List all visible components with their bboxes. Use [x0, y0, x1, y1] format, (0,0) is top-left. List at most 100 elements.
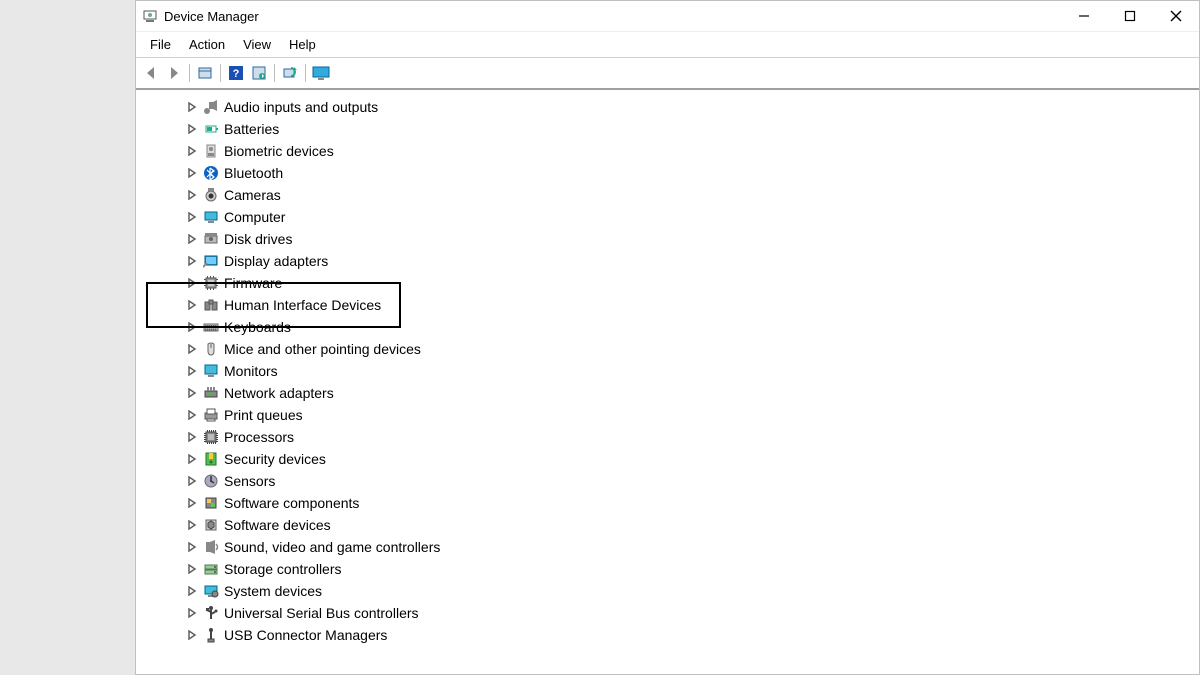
expand-icon[interactable]	[186, 519, 198, 531]
expand-icon[interactable]	[186, 189, 198, 201]
expand-icon[interactable]	[186, 233, 198, 245]
expand-icon[interactable]	[186, 123, 198, 135]
nav-back-button[interactable]	[140, 62, 162, 84]
expand-icon[interactable]	[186, 585, 198, 597]
expand-icon[interactable]	[186, 167, 198, 179]
help-button[interactable]: ?	[225, 62, 247, 84]
display-icon	[202, 252, 220, 270]
tree-node-printqueues[interactable]: Print queues	[156, 404, 1199, 426]
security-icon	[202, 450, 220, 468]
tree-node-label: Sensors	[224, 473, 275, 489]
menu-action[interactable]: Action	[181, 34, 233, 55]
bluetooth-icon	[202, 164, 220, 182]
tree-node-biometric[interactable]: Biometric devices	[156, 140, 1199, 162]
expand-icon[interactable]	[186, 607, 198, 619]
tree-node-label: Computer	[224, 209, 285, 225]
tree-node-monitors[interactable]: Monitors	[156, 360, 1199, 382]
expand-icon[interactable]	[186, 365, 198, 377]
expand-icon[interactable]	[186, 475, 198, 487]
menu-file[interactable]: File	[142, 34, 179, 55]
tree-node-label: Sound, video and game controllers	[224, 539, 440, 555]
minimize-button[interactable]	[1061, 2, 1107, 30]
sound-icon	[202, 538, 220, 556]
device-tree[interactable]: Audio inputs and outputs Batteries Biometr…	[136, 90, 1199, 674]
expand-icon[interactable]	[186, 101, 198, 113]
firmware-icon	[202, 274, 220, 292]
tree-node-keyboards[interactable]: Keyboards	[156, 316, 1199, 338]
tree-node-security[interactable]: Security devices	[156, 448, 1199, 470]
expand-icon[interactable]	[186, 453, 198, 465]
swcomp-icon	[202, 494, 220, 512]
swdev-icon	[202, 516, 220, 534]
expand-icon[interactable]	[186, 255, 198, 267]
close-button[interactable]	[1153, 2, 1199, 30]
tree-node-processors[interactable]: Processors	[156, 426, 1199, 448]
tree-node-sensors[interactable]: Sensors	[156, 470, 1199, 492]
usbconn-icon	[202, 626, 220, 644]
expand-icon[interactable]	[186, 629, 198, 641]
expand-icon[interactable]	[186, 145, 198, 157]
tree-node-label: USB Connector Managers	[224, 627, 387, 643]
menubar: File Action View Help	[136, 32, 1199, 57]
tree-node-system[interactable]: System devices	[156, 580, 1199, 602]
tree-node-label: Firmware	[224, 275, 282, 291]
tree-node-display[interactable]: Display adapters	[156, 250, 1199, 272]
expand-icon[interactable]	[186, 497, 198, 509]
tree-node-label: Mice and other pointing devices	[224, 341, 421, 357]
expand-icon[interactable]	[186, 277, 198, 289]
biometric-icon	[202, 142, 220, 160]
nav-forward-button[interactable]	[163, 62, 185, 84]
tree-node-storage[interactable]: Storage controllers	[156, 558, 1199, 580]
tree-node-mice[interactable]: Mice and other pointing devices	[156, 338, 1199, 360]
system-icon	[202, 582, 220, 600]
expand-icon[interactable]	[186, 541, 198, 553]
tree-node-label: Display adapters	[224, 253, 328, 269]
menu-help[interactable]: Help	[281, 34, 324, 55]
tree-node-sound[interactable]: Sound, video and game controllers	[156, 536, 1199, 558]
expand-icon[interactable]	[186, 343, 198, 355]
toolbar-separator	[305, 64, 306, 82]
tree-node-audio[interactable]: Audio inputs and outputs	[156, 96, 1199, 118]
tree-node-network[interactable]: Network adapters	[156, 382, 1199, 404]
scan-hardware-button[interactable]	[279, 62, 301, 84]
tree-node-firmware[interactable]: Firmware	[156, 272, 1199, 294]
tree-node-hid[interactable]: Human Interface Devices	[156, 294, 1199, 316]
tree-node-label: Batteries	[224, 121, 279, 137]
expand-icon[interactable]	[186, 431, 198, 443]
tree-node-swdev[interactable]: Software devices	[156, 514, 1199, 536]
toolbar-separator	[189, 64, 190, 82]
tree-node-usb[interactable]: Universal Serial Bus controllers	[156, 602, 1199, 624]
menu-view[interactable]: View	[235, 34, 279, 55]
expand-icon[interactable]	[186, 409, 198, 421]
tree-node-swcomp[interactable]: Software components	[156, 492, 1199, 514]
tree-node-batteries[interactable]: Batteries	[156, 118, 1199, 140]
svg-text:?: ?	[233, 68, 240, 80]
tree-node-label: Software components	[224, 495, 359, 511]
expand-icon[interactable]	[186, 387, 198, 399]
tree-node-label: Monitors	[224, 363, 278, 379]
maximize-button[interactable]	[1107, 2, 1153, 30]
tree-node-cameras[interactable]: Cameras	[156, 184, 1199, 206]
tree-node-computer[interactable]: Computer	[156, 206, 1199, 228]
toolbar-separator	[274, 64, 275, 82]
storage-icon	[202, 560, 220, 578]
tree-node-usbconn[interactable]: USB Connector Managers	[156, 624, 1199, 646]
tree-node-label: Keyboards	[224, 319, 291, 335]
expand-icon[interactable]	[186, 563, 198, 575]
audio-icon	[202, 98, 220, 116]
tree-node-diskdrives[interactable]: Disk drives	[156, 228, 1199, 250]
tree-node-bluetooth[interactable]: Bluetooth	[156, 162, 1199, 184]
window-title: Device Manager	[164, 9, 1061, 24]
network-icon	[202, 384, 220, 402]
properties-button[interactable]	[248, 62, 270, 84]
tree-node-label: Network adapters	[224, 385, 334, 401]
monitor-button[interactable]	[310, 62, 332, 84]
expand-icon[interactable]	[186, 299, 198, 311]
show-hidden-button[interactable]	[194, 62, 216, 84]
tree-node-label: Bluetooth	[224, 165, 283, 181]
tree-node-label: Print queues	[224, 407, 303, 423]
tree-node-label: System devices	[224, 583, 322, 599]
expand-icon[interactable]	[186, 211, 198, 223]
expand-icon[interactable]	[186, 321, 198, 333]
device-manager-window: Device Manager File Action View Help	[135, 0, 1200, 675]
